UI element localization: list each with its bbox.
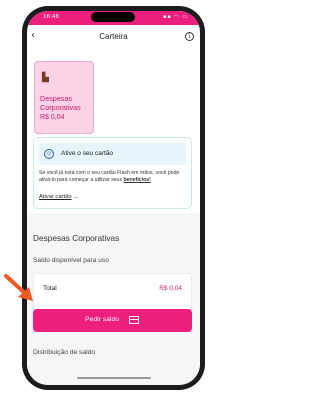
activate-card-link-label: Ativar cartão <box>39 194 72 200</box>
activate-description: Se você já está com o seu cartão Flash e… <box>39 170 189 184</box>
wallet-card-amount: R$ 0,04 <box>40 114 65 121</box>
distribution-title: Distribuição de saldo <box>33 349 96 356</box>
activate-card-panel: ⊙ Ative o seu cartão Se você já está com… <box>33 137 192 209</box>
activate-title: Ative o seu cartão <box>61 150 114 157</box>
wallet-card[interactable]: ▙ Despesas Corporativas R$ 0,04 <box>34 61 94 134</box>
status-time: 16:48 <box>43 14 59 20</box>
dynamic-island <box>91 12 135 22</box>
building-icon: ▙ <box>42 72 49 82</box>
info-icon[interactable]: i <box>185 32 194 41</box>
phone-screen: 16:48 ▪▪ ◠ ▭ ‹ Carteira i ▙ Despesas Cor… <box>27 11 200 385</box>
status-icons: ▪▪ ◠ ▭ <box>162 14 188 20</box>
total-label: Total <box>43 285 57 292</box>
request-balance-label: Pedir saldo <box>85 316 120 323</box>
section-title: Despesas Corporativas <box>33 233 120 243</box>
wallet-card-name: Despesas Corporativas <box>40 94 81 112</box>
status-bar: 16:48 ▪▪ ◠ ▭ <box>27 11 200 25</box>
page-title: Carteira <box>99 32 128 41</box>
card-icon <box>129 316 139 324</box>
total-value: R$ 0,04 <box>159 285 182 292</box>
lock-icon: ⊙ <box>44 149 54 159</box>
pointer-arrow-icon <box>4 274 33 301</box>
activate-card-link[interactable]: Ativar cartão → <box>39 194 79 200</box>
activate-header: ⊙ Ative o seu cartão <box>39 143 186 165</box>
activate-text: Se você já está com o seu cartão Flash e… <box>39 170 180 183</box>
arrow-right-icon: → <box>73 194 79 200</box>
home-indicator <box>77 377 151 379</box>
header: ‹ Carteira i <box>27 25 200 49</box>
request-balance-button[interactable]: Pedir saldo <box>33 309 192 332</box>
benefits-link[interactable]: benefícios! <box>123 177 150 183</box>
section-subtitle: Saldo disponível para uso <box>33 257 109 264</box>
